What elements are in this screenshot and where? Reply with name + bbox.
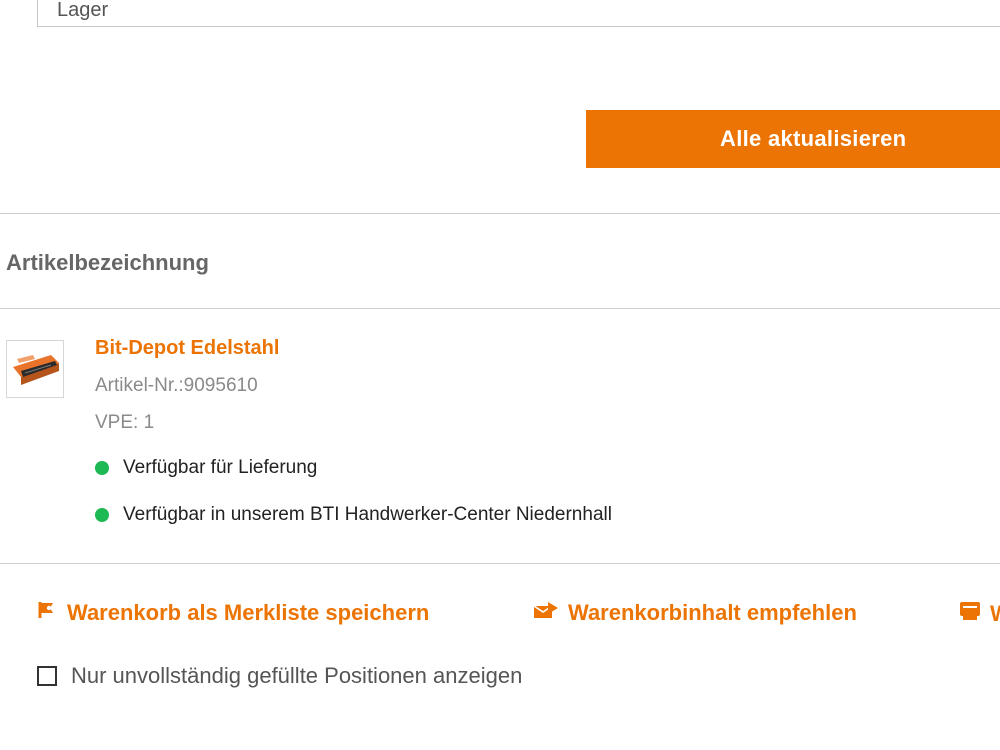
- product-image[interactable]: [6, 340, 64, 398]
- recommend-cart-label: Warenkorbinhalt empfehlen: [568, 600, 857, 625]
- incomplete-positions-filter[interactable]: Nur unvollständig gefüllte Positionen an…: [37, 663, 522, 689]
- update-all-button[interactable]: Alle aktualisieren: [586, 110, 1000, 168]
- bit-depot-product-image-icon: [13, 355, 59, 385]
- save-as-wishlist-label: Warenkorb als Merkliste speichern: [67, 600, 430, 625]
- recommend-cart-link[interactable]: Warenkorbinhalt empfehlen: [532, 600, 857, 626]
- storage-field[interactable]: Lager: [37, 0, 1000, 27]
- packing-unit: VPE: 1: [95, 412, 155, 433]
- availability-delivery: Verfügbar für Lieferung: [95, 457, 317, 479]
- incomplete-positions-label: Nur unvollständig gefüllte Positionen an…: [71, 663, 523, 688]
- availability-delivery-text: Verfügbar für Lieferung: [123, 457, 318, 478]
- article-number: Artikel-Nr.:9095610: [95, 375, 258, 396]
- status-dot-icon: [95, 508, 109, 522]
- product-name-link[interactable]: Bit-Depot Edelstahl: [95, 337, 279, 360]
- availability-store-text: Verfügbar in unserem BTI Handwerker-Cent…: [123, 504, 612, 525]
- status-dot-icon: [95, 461, 109, 475]
- storage-field-value: Lager: [57, 0, 109, 21]
- cart-action-link[interactable]: W: [958, 600, 1000, 628]
- divider: [0, 563, 1000, 564]
- divider: [0, 308, 1000, 309]
- cart-icon: [958, 600, 982, 628]
- cart-action-label: W: [990, 601, 1000, 627]
- availability-store: Verfügbar in unserem BTI Handwerker-Cent…: [95, 504, 612, 526]
- save-as-wishlist-link[interactable]: Warenkorb als Merkliste speichern: [37, 600, 429, 626]
- recommend-icon: [532, 600, 560, 626]
- wishlist-icon: [37, 600, 59, 626]
- divider: [0, 213, 1000, 214]
- incomplete-positions-checkbox[interactable]: [37, 666, 57, 686]
- cart-page: Lager Alle aktualisieren Artikelbezeichn…: [0, 0, 1000, 750]
- column-header-article: Artikelbezeichnung: [6, 250, 209, 275]
